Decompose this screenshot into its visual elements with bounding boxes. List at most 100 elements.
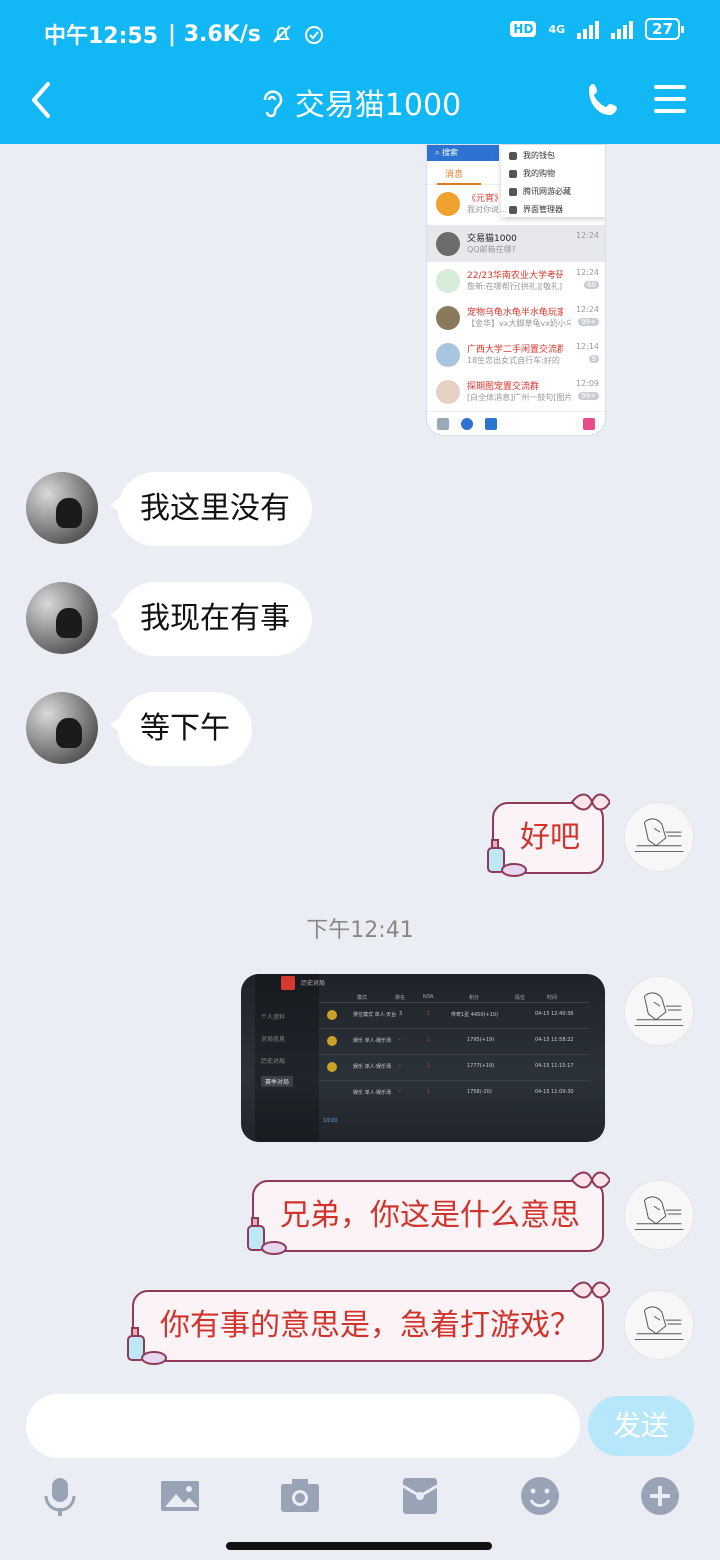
explore-icon	[485, 418, 497, 430]
mute-bell-icon	[273, 25, 291, 43]
message-text: 兄弟，你这是什么意思	[280, 1198, 580, 1233]
table-row: 娱乐 单人·娱乐场 - 1 1777(+19) 04-15 11:15:17	[319, 1054, 589, 1080]
list-item: 交易猫1000 QQ邮箱在哪? 12:24	[427, 225, 605, 262]
chat-area[interactable]: ⌕ 搜索 消息 我的钱包 我的购物 腾讯网游必藏 界面管理器 《元宵》 我对你说…	[0, 144, 720, 1380]
search-box: ⌕ 搜索	[427, 145, 499, 161]
avatar[interactable]	[26, 692, 98, 764]
conversation-name: 22/23华南农业大学考研	[467, 271, 563, 281]
message-timestamp: 下午12:41	[306, 918, 414, 943]
message-text: 我现在有事	[140, 601, 290, 636]
status-right: HD 4G 27	[510, 18, 684, 40]
message-bubble-outgoing[interactable]: 兄弟，你这是什么意思	[247, 1171, 610, 1255]
bow-decoration-icon	[570, 1171, 610, 1189]
menu-icon[interactable]	[650, 82, 690, 116]
list-item: 探期图宠置交流群 [白全体消息]广州一鼓句[图片] 12:09 99+	[427, 373, 605, 410]
message-bubble-outgoing[interactable]: 你有事的意思是，急着打游戏？	[127, 1281, 610, 1365]
message-bubble-incoming[interactable]: 我现在有事	[110, 582, 312, 656]
sketch-avatar-icon	[625, 1291, 693, 1359]
avatar[interactable]	[624, 1290, 694, 1360]
avatar	[436, 343, 460, 367]
conversation-time: 12:24	[575, 231, 599, 240]
red-packet-icon[interactable]	[398, 1474, 442, 1518]
conversation-preview: [白全体消息]广州一鼓句[图片]	[467, 393, 571, 402]
avatar[interactable]	[624, 1180, 694, 1250]
conversation-preview: 詹新:在哪帮行[拱礼][敬礼]	[467, 282, 563, 291]
cell-kda: 1	[427, 1037, 431, 1043]
rank-coin-icon	[327, 1062, 337, 1072]
emoji-icon[interactable]	[518, 1474, 562, 1518]
phone-icon[interactable]	[584, 80, 624, 120]
cell-score: 传奇1星 4450(+10)	[451, 1012, 498, 1018]
ear-icon	[263, 90, 283, 118]
avatar[interactable]	[624, 976, 694, 1046]
game-logo-icon	[281, 976, 295, 990]
message-text: 等下午	[140, 711, 230, 746]
list-item: 《元宵》 我对你说…	[427, 185, 605, 222]
menu-item: 我的钱包	[507, 147, 601, 165]
message-bubble-incoming[interactable]: 等下午	[110, 692, 252, 766]
conversation-name: 《元宵》	[467, 194, 504, 204]
message-bubble-outgoing[interactable]: 好吧	[487, 793, 610, 877]
conversation-preview: 我对你说…	[467, 205, 507, 214]
sketch-avatar-icon	[625, 977, 693, 1045]
conversation-time: 12:24	[575, 268, 599, 277]
input-bar: 发送	[0, 1380, 720, 1474]
send-button[interactable]: 发送	[588, 1396, 694, 1456]
conversation-time: 12:14	[575, 342, 599, 351]
conversation-name: 宠物乌龟水龟半水龟玩家交	[467, 308, 563, 318]
home-indicator[interactable]	[226, 1542, 492, 1550]
game-nav-item: 赛季对局	[261, 1076, 294, 1087]
cell-mode: 娱乐 单人·娱乐场	[353, 1038, 392, 1044]
message-bubble-incoming[interactable]: 我这里没有	[110, 472, 312, 546]
bow-decoration-icon	[570, 1281, 610, 1299]
conversation-name: 探期图宠置交流群	[467, 382, 540, 392]
message-text: 我这里没有	[140, 491, 290, 526]
status-time: 中午12:55	[44, 24, 159, 49]
column-header: 排名	[395, 995, 406, 1001]
plus-icon[interactable]	[638, 1474, 682, 1518]
conversation-name: 交易猫1000	[467, 234, 517, 244]
image-icon[interactable]	[158, 1474, 202, 1518]
cell-rank: -	[399, 1037, 401, 1043]
conversation-preview: QQ邮箱在哪?	[467, 245, 516, 254]
message-input[interactable]	[26, 1394, 580, 1458]
game-page-title: 历史对局	[301, 980, 326, 987]
sketch-avatar-icon	[625, 1181, 693, 1249]
avatar	[436, 232, 460, 256]
status-bar: 中午12:55 | 3.6K/s HD 4G 27	[0, 0, 720, 64]
cell-mode: 娱乐 单人·娱乐场	[353, 1090, 392, 1096]
unread-count: 60	[584, 281, 599, 289]
shared-screenshot-qq-list[interactable]: ⌕ 搜索 消息 我的钱包 我的购物 腾讯网游必藏 界面管理器 《元宵》 我对你说…	[426, 144, 606, 436]
cell-time: 04-15 11:15:17	[535, 1063, 574, 1069]
avatar[interactable]	[26, 582, 98, 654]
bow-decoration-icon	[570, 793, 610, 811]
column-header: 模式	[357, 995, 368, 1001]
shared-screenshot-game-history[interactable]: 历史对局 个人资料 对局信息 历史对局 赛季对局 模式 排名 KDA 积分 段位…	[241, 974, 605, 1142]
cell-time: 04-15 11:58:22	[535, 1037, 574, 1043]
unread-count: 99+	[578, 318, 599, 326]
conversation-preview: 18生恋出女式自行车:好的	[467, 356, 560, 365]
game-nav-item: 历史对局	[261, 1058, 286, 1065]
column-header: 积分	[469, 995, 480, 1001]
input-toolbar	[0, 1474, 720, 1530]
avatar[interactable]	[26, 472, 98, 544]
microphone-icon[interactable]	[38, 1474, 82, 1518]
battery-icon: 27	[645, 18, 684, 40]
cell-mode: 娱乐 单人·娱乐场	[353, 1064, 392, 1070]
unread-count: 9	[588, 355, 599, 363]
column-header: 时间	[547, 995, 558, 1001]
camera-icon[interactable]	[278, 1474, 322, 1518]
conversation-time: 12:09	[575, 379, 599, 388]
pagination-text: 10/20	[323, 1118, 338, 1124]
alarm-icon	[304, 26, 323, 44]
avatar[interactable]	[624, 802, 694, 872]
apps-icon	[583, 418, 595, 430]
conversation-time: 12:24	[575, 305, 599, 314]
list-item: 宠物乌龟水龟半水龟玩家交 【金华】vx大脚草龟vx奶小乌 12:24 99+	[427, 299, 605, 336]
screenshot-tabbar	[427, 411, 605, 435]
table-row: 娱乐 单人·娱乐场 - 1 1758(-20) 04-15 11:09:30	[319, 1080, 589, 1106]
cell-mode: 排位模式 单人·天台	[353, 1012, 397, 1018]
game-nav-item: 对局信息	[261, 1036, 286, 1043]
message-text: 你有事的意思是，急着打游戏？	[160, 1308, 580, 1343]
cell-rank: -	[399, 1089, 401, 1095]
